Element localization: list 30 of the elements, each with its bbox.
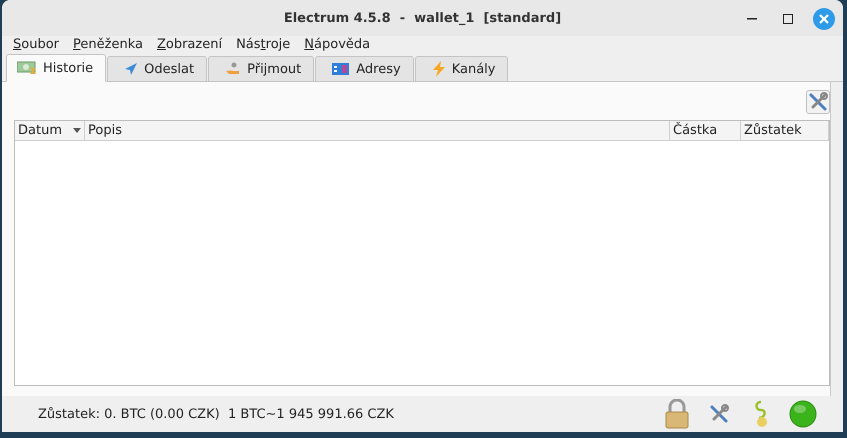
column-header[interactable]: Zůstatek bbox=[741, 121, 829, 140]
close-button[interactable] bbox=[813, 8, 835, 30]
hand-coin-icon bbox=[225, 62, 242, 76]
banknote-icon bbox=[17, 61, 37, 75]
maximize-icon bbox=[783, 14, 793, 24]
column-header[interactable]: Popis bbox=[85, 121, 670, 140]
menu-item[interactable]: Soubor bbox=[6, 36, 66, 53]
close-icon bbox=[813, 8, 835, 30]
tab[interactable]: Odeslat bbox=[107, 56, 208, 82]
tab[interactable]: Historie bbox=[6, 54, 106, 82]
menu-item[interactable]: Nápověda bbox=[297, 36, 378, 53]
lock-icon bbox=[664, 399, 690, 429]
column-header[interactable]: Částka bbox=[670, 121, 741, 140]
menu-item[interactable]: Peněženka bbox=[66, 36, 150, 53]
tools-icon bbox=[709, 404, 729, 424]
minimize-icon bbox=[747, 18, 757, 20]
sort-arrow-icon bbox=[73, 128, 81, 133]
balance-text: Zůstatek: 0. BTC (0.00 CZK) 1 BTC~1 945 991.66 CZK bbox=[38, 406, 395, 422]
tab[interactable]: Přijmout bbox=[208, 56, 314, 82]
lightning-icon bbox=[432, 61, 446, 77]
window-title: Electrum 4.5.8 - wallet_1 [standard] bbox=[284, 10, 562, 26]
column-header[interactable]: Datum bbox=[15, 121, 85, 140]
tools-button[interactable] bbox=[806, 90, 830, 114]
menu-item[interactable]: Nástroje bbox=[229, 36, 298, 53]
menu-item[interactable]: Zobrazení bbox=[150, 36, 230, 53]
tab[interactable]: Kanály bbox=[414, 56, 508, 82]
paper-plane-icon bbox=[124, 62, 138, 76]
address-book-icon bbox=[332, 62, 350, 76]
tools-icon bbox=[808, 92, 828, 112]
tab[interactable]: Adresy bbox=[315, 56, 414, 82]
